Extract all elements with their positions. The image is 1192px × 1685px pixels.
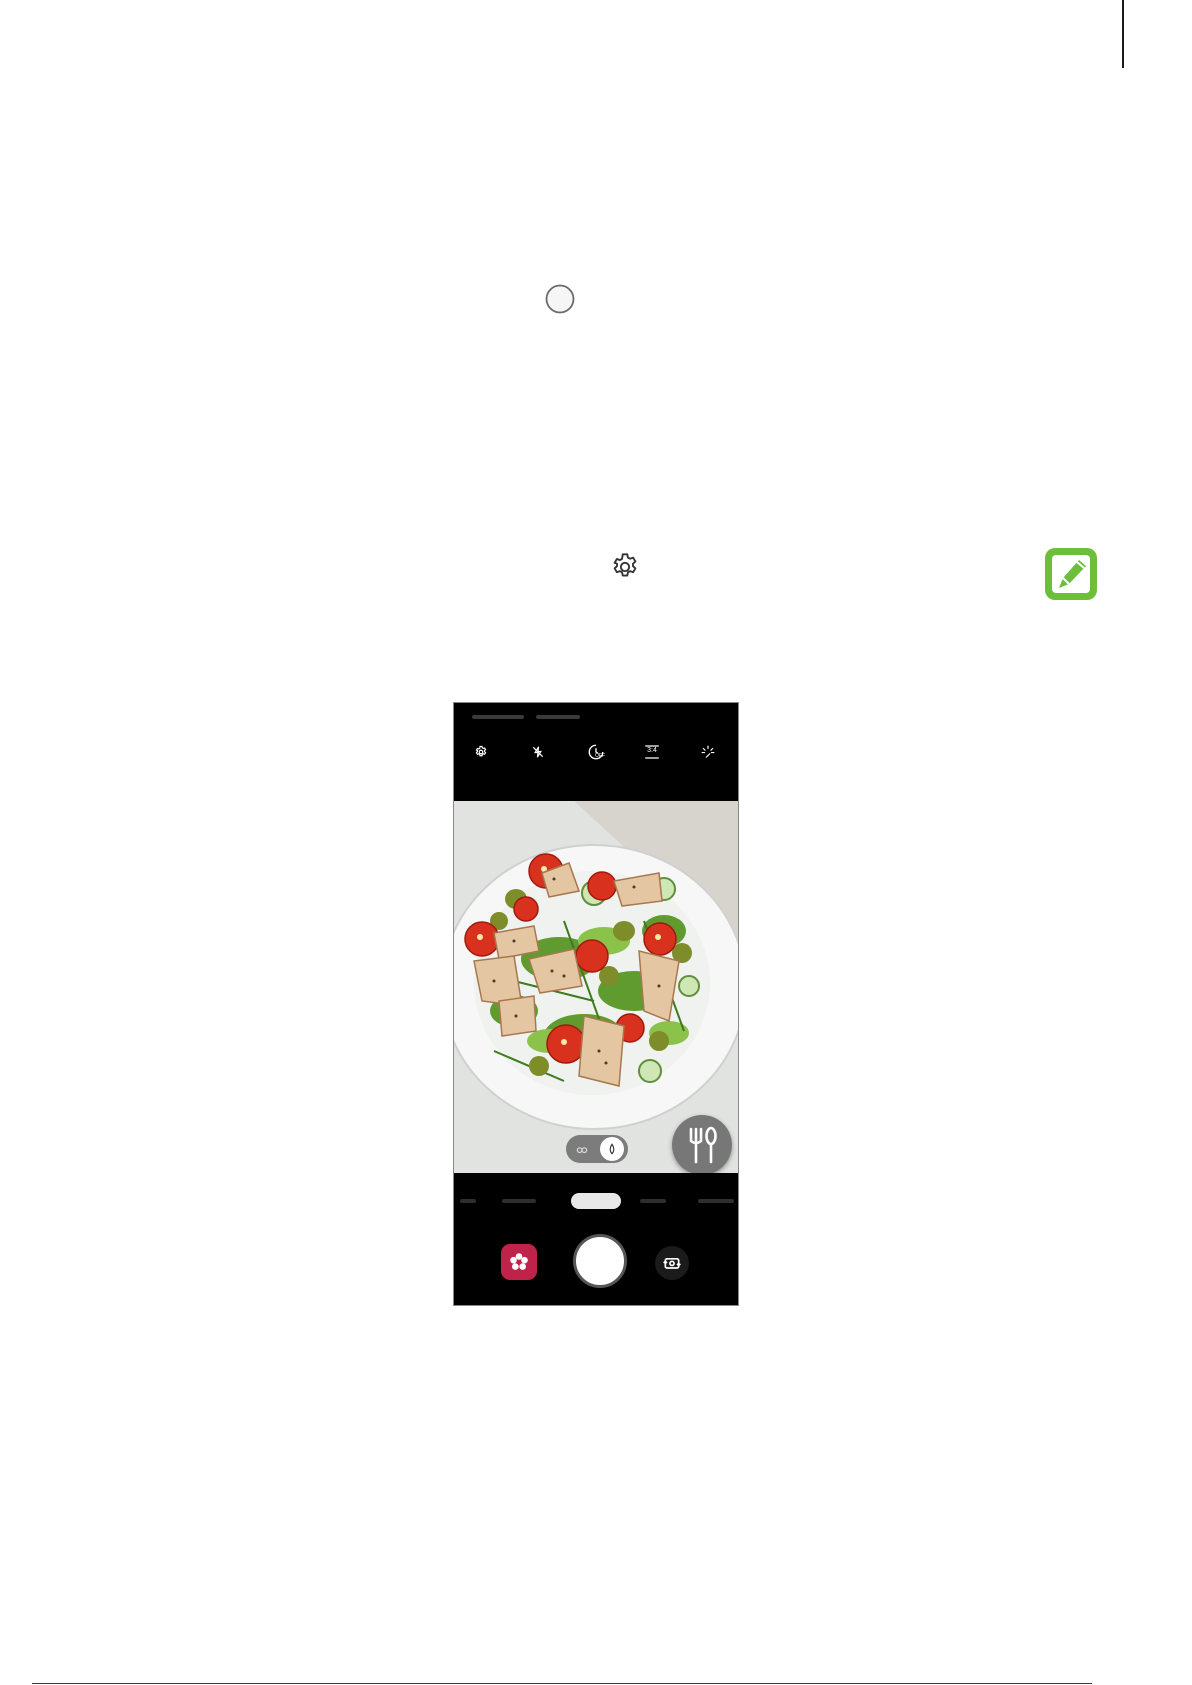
- gear-icon[interactable]: [472, 743, 490, 761]
- mode-label-blur: [640, 1199, 666, 1203]
- food-mode-button[interactable]: [672, 1115, 732, 1173]
- aspect-ratio-label: 3:4: [647, 747, 657, 754]
- status-bar: [472, 709, 672, 725]
- gear-icon: [609, 551, 641, 583]
- timer-off-icon[interactable]: OFF: [586, 743, 606, 761]
- switch-camera-button[interactable]: [655, 1246, 689, 1280]
- aspect-ratio-icon[interactable]: 3:4: [642, 743, 662, 761]
- timer-off-label: OFF: [595, 753, 605, 759]
- footer-rule: [32, 1683, 1092, 1684]
- viewfinder[interactable]: [454, 801, 738, 1173]
- gallery-flower-icon: [510, 1253, 528, 1270]
- switch-camera-icon: [663, 1258, 681, 1269]
- mode-label-blur: [698, 1199, 734, 1203]
- toggle-on-icon: [600, 1137, 624, 1161]
- mode-label-blur: [502, 1199, 536, 1203]
- shutter-circle-icon: [545, 284, 575, 314]
- food-effect-toggle[interactable]: [566, 1135, 628, 1163]
- shutter-button[interactable]: [573, 1234, 627, 1288]
- effects-icon[interactable]: [699, 743, 717, 761]
- toggle-off-icon: [574, 1141, 590, 1157]
- status-text-blur: [472, 715, 524, 719]
- status-text-blur: [536, 715, 580, 719]
- note-pencil-icon: [1042, 545, 1100, 603]
- camera-screenshot: OFF 3:4: [453, 702, 739, 1306]
- mode-selector[interactable]: [454, 1173, 738, 1227]
- page-margin-rule: [1122, 0, 1124, 68]
- flash-off-icon[interactable]: [529, 743, 547, 761]
- current-mode-pill[interactable]: [571, 1193, 621, 1209]
- camera-toolbar: OFF 3:4: [454, 735, 738, 771]
- gallery-button[interactable]: [501, 1244, 537, 1280]
- mode-label-blur: [460, 1199, 476, 1203]
